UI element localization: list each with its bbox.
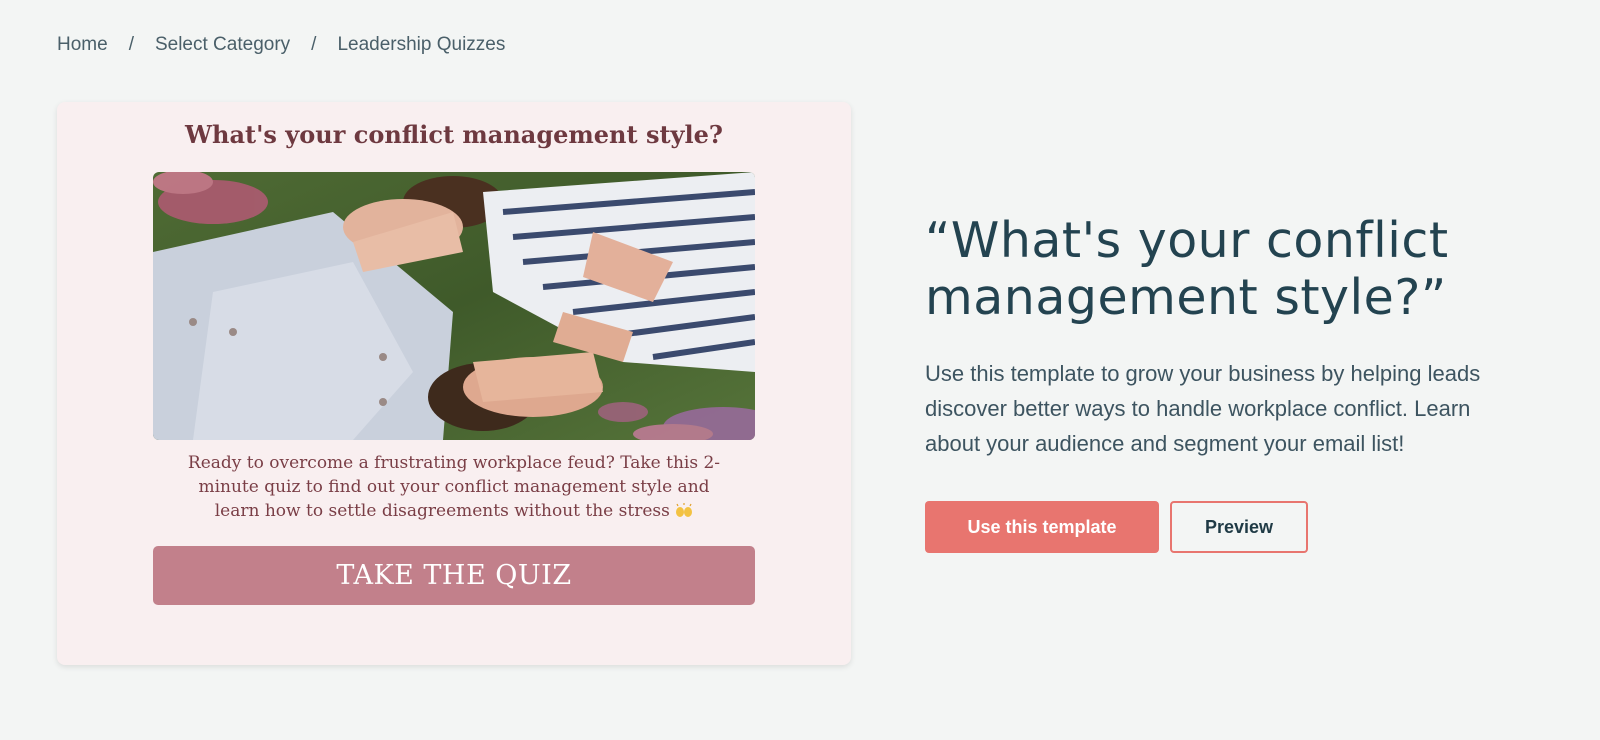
template-actions: Use this template Preview [925, 501, 1555, 553]
quiz-cover-image [153, 172, 755, 440]
raising-hands-emoji-icon [675, 501, 693, 517]
breadcrumb-leadership-quizzes[interactable]: Leadership Quizzes [337, 34, 505, 56]
template-title: “What's your conflict management style?” [925, 212, 1449, 326]
breadcrumb-select-category[interactable]: Select Category [155, 34, 290, 56]
template-description: Use this template to grow your business … [925, 361, 1481, 456]
template-detail-page: Home / Select Category / Leadership Quiz… [0, 0, 1600, 740]
card-description-text: Ready to overcome a frustrating workplac… [187, 453, 721, 521]
quiz-preview-card: What's your conflict management style? R… [57, 102, 851, 665]
card-title: What's your conflict management style? [185, 120, 723, 149]
preview-button[interactable]: Preview [1170, 501, 1308, 553]
take-the-quiz-button[interactable]: TAKE THE QUIZ [153, 546, 755, 605]
template-info: “What's your conflict management style?”… [925, 212, 1555, 553]
breadcrumb: Home / Select Category / Leadership Quiz… [57, 34, 505, 56]
breadcrumb-separator: / [128, 34, 134, 55]
use-template-button[interactable]: Use this template [925, 501, 1159, 553]
card-description: Ready to overcome a frustrating workplac… [177, 451, 731, 523]
quiz-cover-image-illustration [153, 172, 755, 440]
breadcrumb-separator: / [311, 34, 317, 55]
breadcrumb-home[interactable]: Home [57, 34, 108, 56]
